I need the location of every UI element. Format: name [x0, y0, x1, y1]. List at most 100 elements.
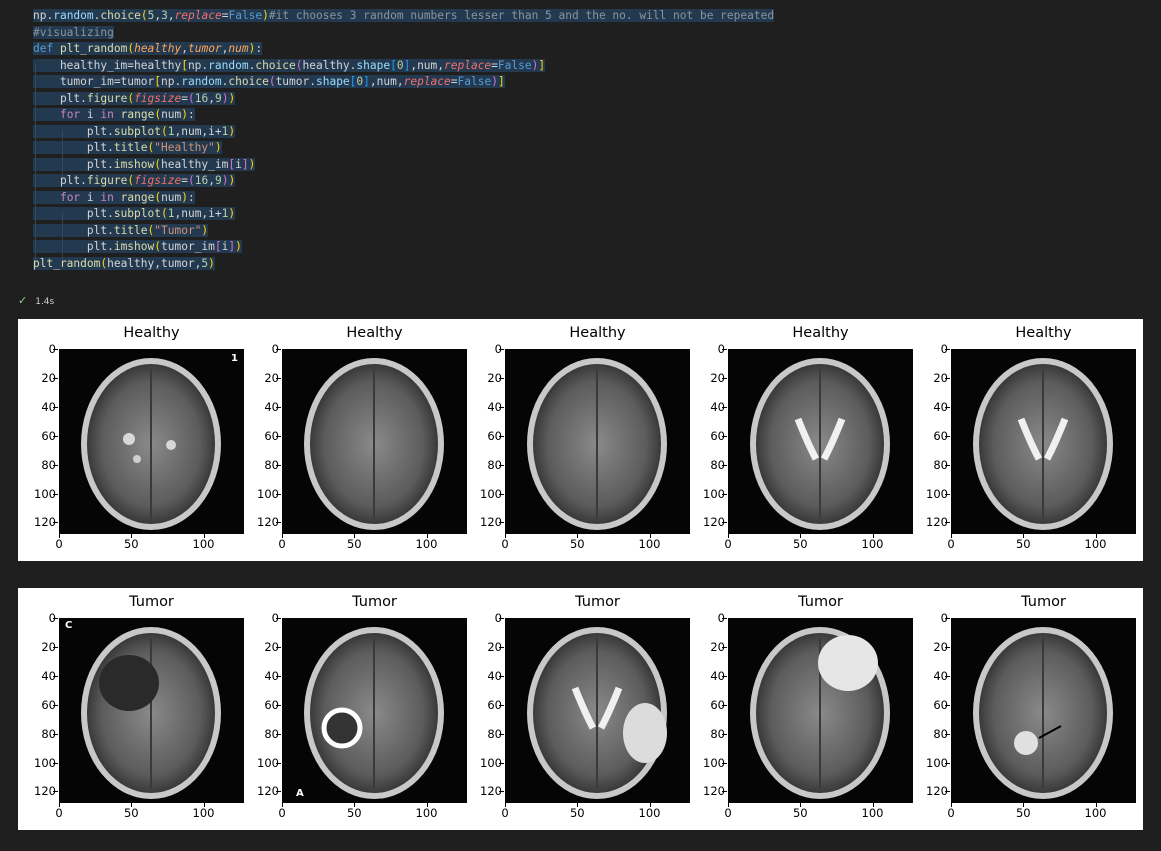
x-tick [426, 534, 428, 538]
x-tick-label: 0 [947, 537, 955, 551]
y-tick [945, 377, 950, 379]
y-tick [276, 646, 281, 648]
y-tick [53, 675, 58, 677]
y-tick [276, 493, 281, 495]
x-tick [1095, 534, 1097, 538]
x-tick [800, 534, 802, 538]
code-line[interactable]: tumor_im=tumor[np.random.choice(tumor.sh… [33, 74, 505, 90]
x-tick [203, 534, 205, 538]
x-tick [203, 803, 205, 807]
x-tick [131, 803, 133, 807]
y-tick [53, 349, 58, 350]
y-tick [53, 791, 58, 793]
image-corner-label: A [296, 788, 304, 799]
x-tick [282, 803, 283, 807]
x-tick-label: 0 [501, 806, 509, 820]
x-tick-label: 0 [55, 806, 63, 820]
y-tick [945, 675, 950, 677]
x-tick [800, 803, 802, 807]
x-tick [505, 534, 506, 538]
image-corner-label: 1 [231, 353, 238, 364]
y-tick [722, 522, 727, 524]
subplot: Healthy020406080100120050100 [687, 319, 913, 561]
mri-image [951, 349, 1136, 534]
code-line[interactable]: def plt_random(healthy,tumor,num): [33, 41, 263, 57]
code-line[interactable]: plt.subplot(1,num,i+1) [33, 124, 236, 140]
subplot: TumorA020406080100120050100 [241, 588, 467, 830]
mri-image [505, 618, 690, 803]
y-tick [945, 762, 950, 764]
x-tick [354, 534, 356, 538]
y-tick [499, 522, 504, 524]
y-tick [945, 522, 950, 524]
y-tick [722, 493, 727, 495]
x-tick-label: 50 [346, 537, 362, 551]
x-tick-label: 50 [123, 806, 139, 820]
y-tick [722, 618, 727, 619]
subplot: Healthy020406080100120050100 [910, 319, 1136, 561]
x-tick-label: 100 [638, 537, 661, 551]
code-line[interactable]: #visualizing [33, 25, 114, 41]
y-tick [945, 646, 950, 648]
subplot: Tumor020406080100120050100 [464, 588, 690, 830]
subplot: Healthy020406080100120050100 [241, 319, 467, 561]
y-tick [276, 704, 281, 706]
mri-image: C [59, 618, 244, 803]
x-tick [951, 803, 952, 807]
figure-tumor: TumorC020406080100120050100TumorA0204060… [18, 588, 1143, 830]
y-tick [276, 762, 281, 764]
x-tick [872, 803, 874, 807]
x-tick [505, 803, 506, 807]
mri-image [728, 349, 913, 534]
y-tick [945, 618, 950, 619]
x-tick [951, 534, 952, 538]
subplot-title: Tumor [352, 594, 397, 610]
x-tick-label: 50 [346, 806, 362, 820]
y-tick [53, 762, 58, 764]
y-tick [53, 377, 58, 379]
y-tick [722, 406, 727, 408]
y-tick [722, 464, 727, 466]
y-tick [499, 377, 504, 379]
code-line[interactable]: plt.figure(figsize=(16,9)) [33, 173, 236, 189]
code-line[interactable]: plt.imshow(tumor_im[i]) [33, 239, 242, 255]
y-tick [276, 618, 281, 619]
code-line[interactable]: for i in range(num): [33, 190, 195, 206]
x-tick-label: 50 [569, 537, 585, 551]
y-tick [722, 349, 727, 350]
x-tick [1023, 534, 1025, 538]
code-line[interactable]: np.random.choice(5,3,replace=False)#it c… [33, 8, 775, 24]
y-tick [53, 733, 58, 735]
code-line[interactable]: plt.figure(figsize=(16,9)) [33, 91, 236, 107]
y-tick [722, 704, 727, 706]
subplot: Healthy1020406080100120050100 [18, 319, 244, 561]
y-tick [945, 464, 950, 466]
x-tick-label: 0 [724, 537, 732, 551]
x-tick [577, 534, 579, 538]
y-tick [499, 435, 504, 437]
execution-status: ✓ 1.4s [18, 294, 54, 308]
y-tick [722, 646, 727, 648]
x-tick-label: 100 [1084, 537, 1107, 551]
y-tick [722, 435, 727, 437]
code-line[interactable]: plt.title("Tumor") [33, 223, 209, 239]
code-line[interactable]: plt.subplot(1,num,i+1) [33, 206, 236, 222]
y-tick [276, 377, 281, 379]
y-tick [945, 733, 950, 735]
y-tick [276, 464, 281, 466]
code-line[interactable]: plt.imshow(healthy_im[i]) [33, 157, 256, 173]
code-line[interactable]: plt.title("Healthy") [33, 140, 222, 156]
code-line[interactable]: for i in range(num): [33, 107, 195, 123]
y-tick [945, 704, 950, 706]
subplot-title: Tumor [575, 594, 620, 610]
y-tick [53, 618, 58, 619]
x-tick-label: 100 [1084, 806, 1107, 820]
y-tick [276, 435, 281, 437]
code-cell[interactable]: np.random.choice(5,3,replace=False)#it c… [0, 0, 1161, 290]
code-line[interactable]: plt_random(healthy,tumor,5) [33, 256, 215, 272]
subplot: Healthy020406080100120050100 [464, 319, 690, 561]
code-line[interactable]: healthy_im=healthy[np.random.choice(heal… [33, 58, 546, 74]
x-tick-label: 50 [1015, 537, 1031, 551]
y-tick [276, 406, 281, 408]
x-tick-label: 0 [278, 806, 286, 820]
